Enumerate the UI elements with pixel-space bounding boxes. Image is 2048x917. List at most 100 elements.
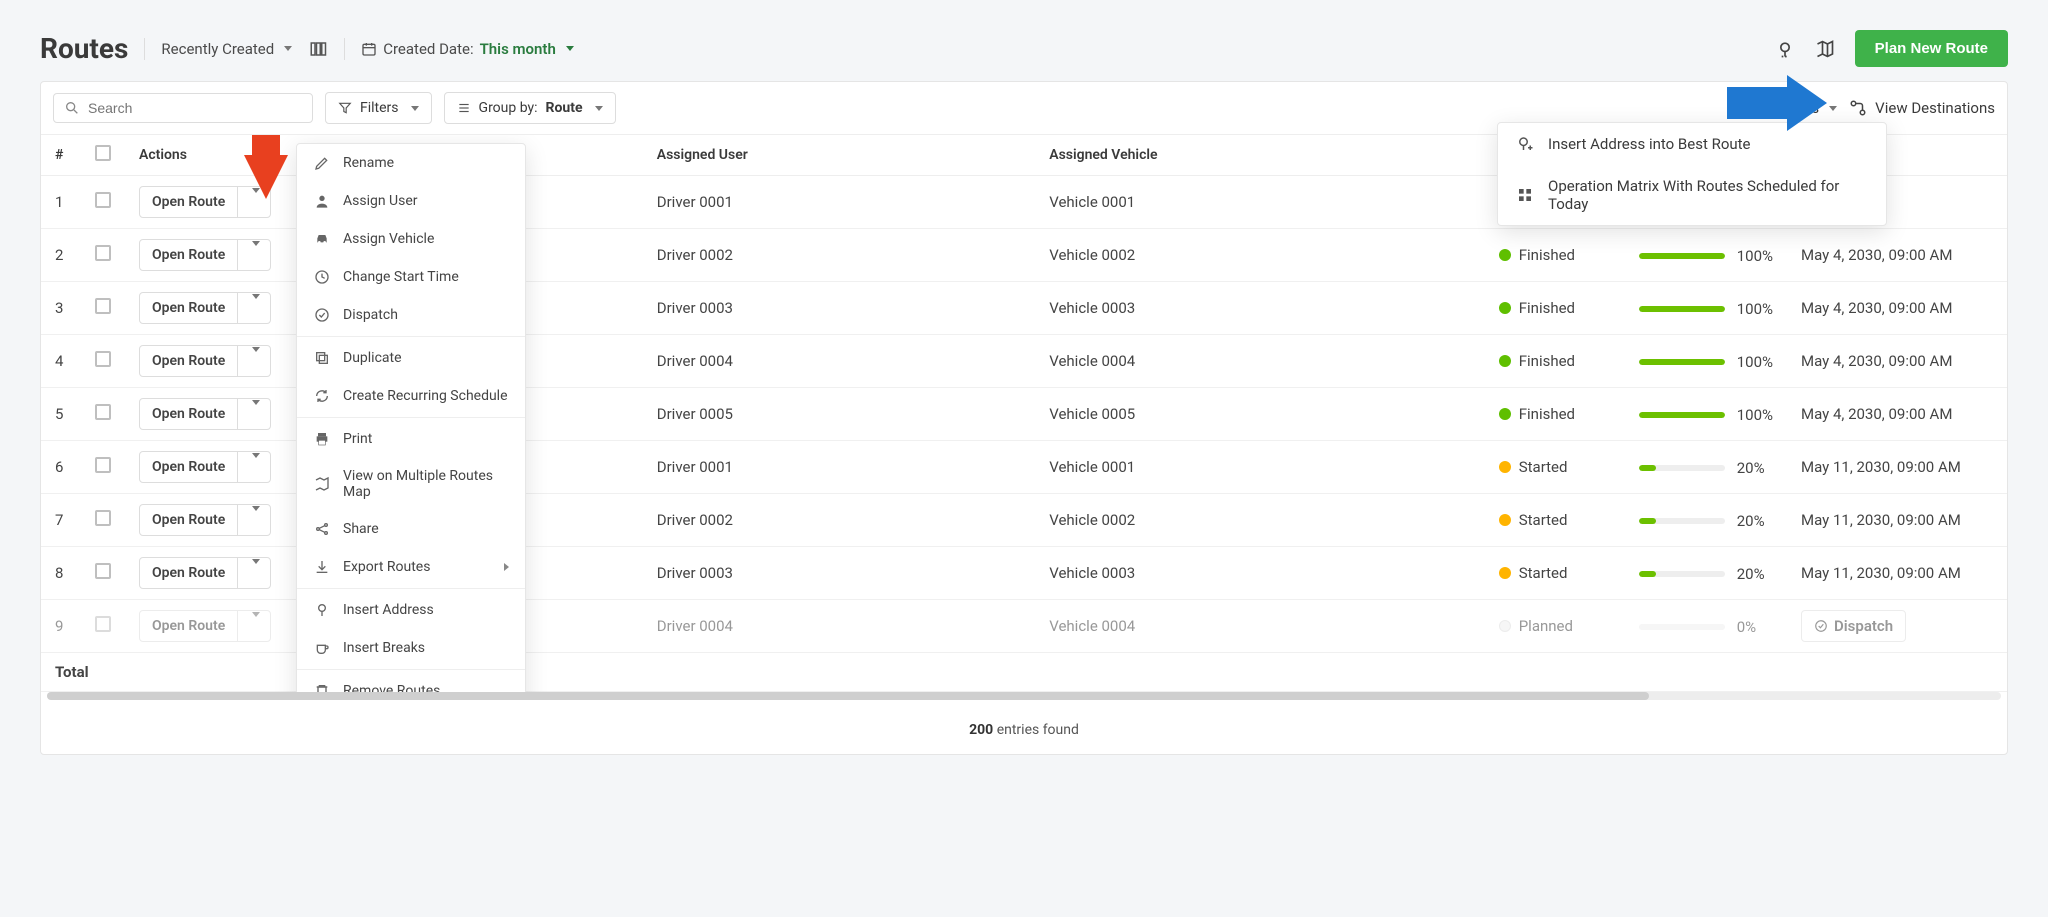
- clock-icon: [313, 268, 331, 286]
- menu-assign-vehicle[interactable]: Assign Vehicle: [297, 220, 525, 258]
- status-badge: Finished: [1499, 299, 1575, 317]
- row-actions-caret[interactable]: [237, 505, 270, 535]
- menu-duplicate[interactable]: Duplicate: [297, 339, 525, 377]
- car-icon: [313, 230, 331, 248]
- row-actions-caret[interactable]: [237, 240, 270, 270]
- cell-date: May 4, 2030, 09:00 AM: [1801, 405, 1952, 423]
- row-actions-caret[interactable]: [237, 611, 270, 641]
- menu-print[interactable]: Print: [297, 420, 525, 458]
- progress: 20%: [1639, 565, 1765, 583]
- progress: 100%: [1639, 300, 1773, 318]
- red-arrow-annotation: [244, 135, 288, 199]
- row-actions-caret[interactable]: [237, 558, 270, 588]
- open-route-button[interactable]: Open Route: [139, 451, 271, 483]
- share-icon: [313, 520, 331, 538]
- cell-user: Driver 0003: [643, 282, 1035, 335]
- menu-insert-address[interactable]: Insert Address: [297, 591, 525, 629]
- row-checkbox[interactable]: [95, 192, 111, 208]
- cell-date: May 11, 2030, 09:00 AM: [1801, 511, 1961, 529]
- open-route-button[interactable]: Open Route: [139, 345, 271, 377]
- row-checkbox[interactable]: [95, 298, 111, 314]
- menu-dispatch[interactable]: Dispatch: [297, 296, 525, 334]
- cell-user: Driver 0004: [643, 600, 1035, 653]
- blue-arrow-annotation: [1727, 75, 1827, 131]
- status-badge: Started: [1499, 458, 1568, 476]
- view-destinations-link[interactable]: View Destinations: [1849, 99, 1995, 117]
- scrollbar-thumb[interactable]: [47, 692, 1649, 700]
- open-route-button[interactable]: Open Route: [139, 504, 271, 536]
- menu-remove-routes[interactable]: Remove Routes: [297, 672, 525, 692]
- cell-vehicle: Vehicle 0001: [1035, 176, 1484, 229]
- search-input[interactable]: [88, 100, 302, 116]
- row-checkbox[interactable]: [95, 457, 111, 473]
- row-actions-caret[interactable]: [237, 399, 270, 429]
- row-checkbox[interactable]: [95, 351, 111, 367]
- status-badge: Finished: [1499, 352, 1575, 370]
- cell-num: 6: [41, 441, 81, 494]
- chevron-right-icon: [504, 563, 509, 571]
- grid-icon: [1516, 186, 1534, 204]
- map-icon: [313, 475, 331, 493]
- columns-icon[interactable]: [308, 39, 328, 59]
- search-icon: [64, 100, 80, 116]
- progress: 0%: [1639, 618, 1756, 636]
- groupby-button[interactable]: Group by: Route: [444, 92, 616, 124]
- open-route-button[interactable]: Open Route: [139, 239, 271, 271]
- cell-user: Driver 0002: [643, 229, 1035, 282]
- menu-share[interactable]: Share: [297, 510, 525, 548]
- chevron-down-icon: [284, 46, 292, 51]
- row-checkbox[interactable]: [95, 404, 111, 420]
- cell-vehicle: Vehicle 0003: [1035, 282, 1484, 335]
- status-badge: Started: [1499, 511, 1568, 529]
- page-title: Routes: [40, 32, 128, 65]
- menu-change-start-time[interactable]: Change Start Time: [297, 258, 525, 296]
- route-pins-icon: [1849, 99, 1867, 117]
- recently-created-dropdown[interactable]: Recently Created: [161, 40, 292, 58]
- divider: [144, 38, 145, 60]
- menu-insert-address-best-route[interactable]: Insert Address into Best Route: [1498, 123, 1886, 165]
- location-add-icon[interactable]: [1775, 39, 1795, 59]
- col-num: #: [41, 135, 81, 176]
- menu-operation-matrix[interactable]: Operation Matrix With Routes Scheduled f…: [1498, 165, 1886, 225]
- open-route-button[interactable]: Open Route: [139, 610, 271, 642]
- col-check: [81, 135, 125, 176]
- row-checkbox[interactable]: [95, 245, 111, 261]
- progress: 100%: [1639, 247, 1773, 265]
- created-date-filter[interactable]: Created Date: This month: [361, 40, 574, 58]
- horizontal-scrollbar[interactable]: [47, 692, 2001, 700]
- checkbox-all[interactable]: [95, 145, 111, 161]
- open-route-button[interactable]: Open Route: [139, 557, 271, 589]
- plan-new-route-button[interactable]: Plan New Route: [1855, 30, 2008, 67]
- menu-insert-breaks[interactable]: Insert Breaks: [297, 629, 525, 667]
- menu-assign-user[interactable]: Assign User: [297, 182, 525, 220]
- cell-vehicle: Vehicle 0003: [1035, 547, 1484, 600]
- cell-user: Driver 0003: [643, 547, 1035, 600]
- print-icon: [313, 430, 331, 448]
- row-actions-caret[interactable]: [237, 293, 270, 323]
- row-checkbox[interactable]: [95, 563, 111, 579]
- open-route-button[interactable]: Open Route: [139, 292, 271, 324]
- filters-button[interactable]: Filters: [325, 92, 432, 124]
- cell-user: Driver 0001: [643, 176, 1035, 229]
- filter-icon: [338, 101, 352, 115]
- row-actions-caret[interactable]: [237, 346, 270, 376]
- row-checkbox[interactable]: [95, 510, 111, 526]
- menu-rename[interactable]: Rename: [297, 144, 525, 182]
- check-circle-icon: [313, 306, 331, 324]
- search-input-wrap[interactable]: [53, 93, 313, 123]
- menu-view-map[interactable]: View on Multiple Routes Map: [297, 458, 525, 510]
- chevron-down-icon: [411, 106, 419, 111]
- menu-create-recurring[interactable]: Create Recurring Schedule: [297, 377, 525, 415]
- row-actions-caret[interactable]: [237, 452, 270, 482]
- cell-vehicle: Vehicle 0005: [1035, 388, 1484, 441]
- open-route-button[interactable]: Open Route: [139, 398, 271, 430]
- cell-vehicle: Vehicle 0004: [1035, 600, 1484, 653]
- row-checkbox[interactable]: [95, 616, 111, 632]
- cell-user: Driver 0002: [643, 494, 1035, 547]
- user-icon: [313, 192, 331, 210]
- menu-export-routes[interactable]: Export Routes: [297, 548, 525, 586]
- cell-num: 3: [41, 282, 81, 335]
- cell-vehicle: Vehicle 0002: [1035, 494, 1484, 547]
- dispatch-button[interactable]: Dispatch: [1801, 610, 1906, 642]
- map-icon[interactable]: [1815, 39, 1835, 59]
